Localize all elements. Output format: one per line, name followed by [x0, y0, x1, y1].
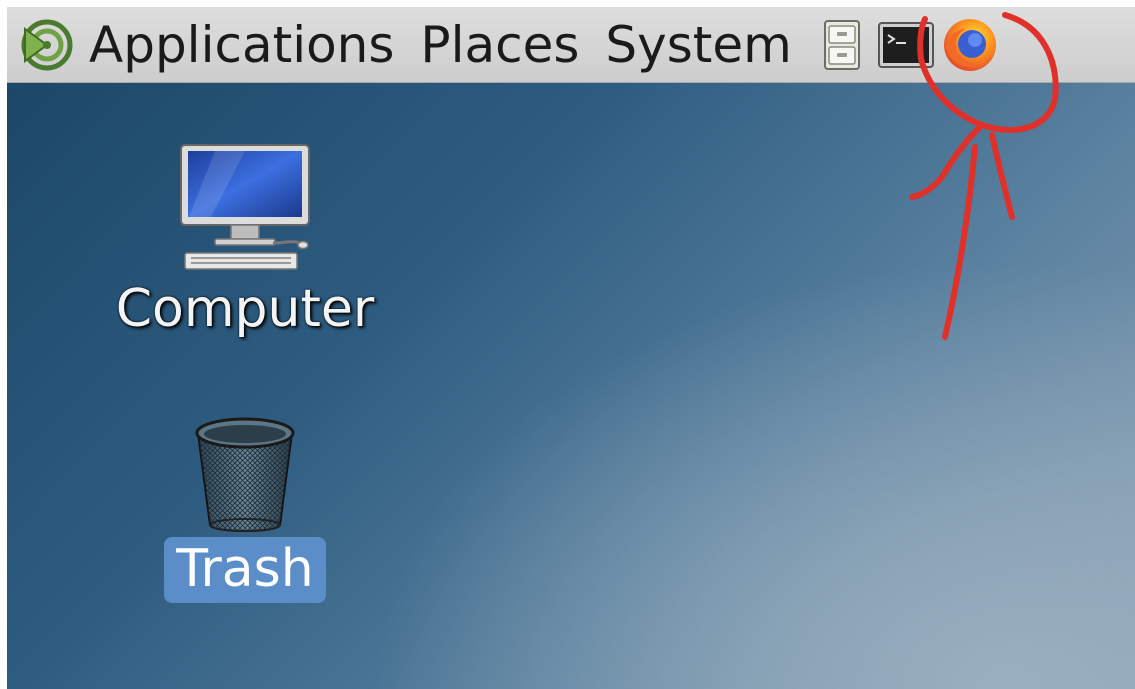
desktop-icon-trash[interactable]: Trash [95, 413, 395, 603]
top-panel: Applications Places System [7, 7, 1135, 83]
menu-applications[interactable]: Applications [89, 7, 394, 83]
desktop-icon-computer[interactable]: Computer [95, 143, 395, 339]
file-cabinet-icon[interactable] [814, 17, 870, 73]
trash-icon [195, 417, 295, 532]
computer-icon [180, 144, 310, 270]
desktop-icon-label: Trash [164, 537, 326, 603]
menu-system[interactable]: System [605, 7, 791, 83]
firefox-icon[interactable] [942, 17, 998, 73]
distro-logo-icon[interactable] [19, 17, 75, 73]
desktop-icon-label: Computer [115, 279, 375, 339]
screen: Applications Places System Computer Tras… [7, 7, 1135, 689]
menu-places[interactable]: Places [420, 7, 579, 83]
desktop[interactable]: Computer Trash [7, 83, 1135, 689]
terminal-icon[interactable] [877, 17, 934, 73]
launcher-group [814, 17, 998, 73]
